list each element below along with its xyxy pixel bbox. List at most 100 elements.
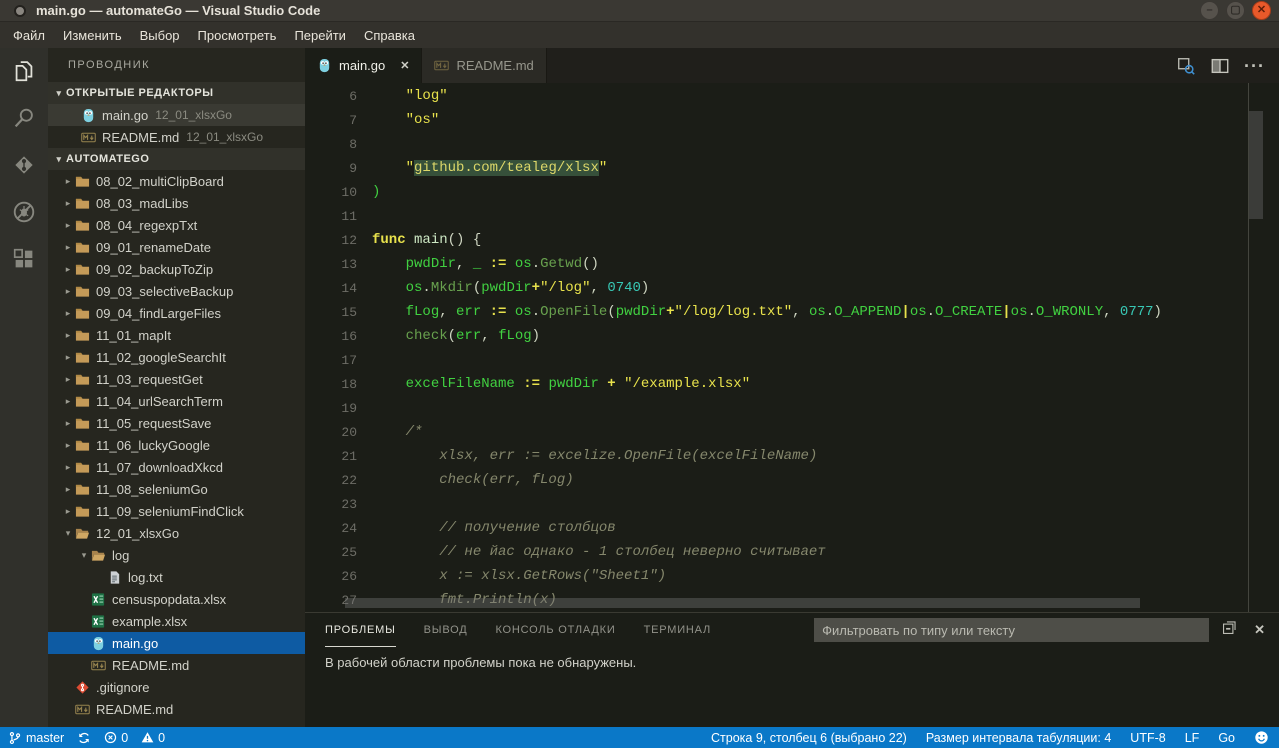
tab-README.md[interactable]: README.md xyxy=(422,48,546,83)
tree-item-example.xlsx[interactable]: example.xlsx xyxy=(48,610,305,632)
panel-tab-ПРОБЛЕМЫ[interactable]: ПРОБЛЕМЫ xyxy=(325,613,396,647)
chevron-right-icon: ▸ xyxy=(62,396,74,407)
search-icon[interactable] xyxy=(11,105,37,131)
titlebar[interactable]: main.go — automateGo — Visual Studio Cod… xyxy=(0,0,1279,22)
editor-vertical-scrollbar[interactable] xyxy=(1249,111,1263,219)
tree-item-censuspopdata.xlsx[interactable]: censuspopdata.xlsx xyxy=(48,588,305,610)
tree-item-main.go[interactable]: main.go xyxy=(48,632,305,654)
status-left: master 00 xyxy=(8,731,178,745)
tree-item-11_06_luckyGoogle[interactable]: ▸11_06_luckyGoogle xyxy=(48,434,305,456)
tree-item-09_01_renameDate[interactable]: ▸09_01_renameDate xyxy=(48,236,305,258)
tree-item-11_03_requestGet[interactable]: ▸11_03_requestGet xyxy=(48,368,305,390)
code-line-22: 22 check(err, fLog) xyxy=(305,468,1279,492)
split-editor-icon[interactable] xyxy=(1210,56,1230,76)
code-line-10: 10) xyxy=(305,180,1279,204)
line-number: 25 xyxy=(305,545,357,560)
line-number: 11 xyxy=(305,209,357,224)
folder-icon xyxy=(74,481,91,497)
close-panel-icon[interactable]: ✕ xyxy=(1254,622,1265,638)
status-item-smiley-icon[interactable] xyxy=(1254,730,1269,745)
status-item-0[interactable]: 0 xyxy=(141,731,165,745)
tree-item-11_04_urlSearchTerm[interactable]: ▸11_04_urlSearchTerm xyxy=(48,390,305,412)
status-item-Размер интервала табуляции: 4[interactable]: Размер интервала табуляции: 4 xyxy=(926,731,1111,745)
close-button[interactable]: ✕ xyxy=(1252,1,1271,20)
file-label: 11_09_seleniumFindClick xyxy=(96,504,244,519)
more-actions-icon[interactable]: ··· xyxy=(1244,61,1265,71)
project-section-header[interactable]: ▾ AUTOMATEGO xyxy=(48,148,305,170)
menu-Файл[interactable]: Файл xyxy=(4,24,54,47)
code-line-13: 13 pwdDir, _ := os.Getwd() xyxy=(305,252,1279,276)
panel-tab-ВЫВОД[interactable]: ВЫВОД xyxy=(424,613,468,647)
tree-item-11_05_requestSave[interactable]: ▸11_05_requestSave xyxy=(48,412,305,434)
status-item-LF[interactable]: LF xyxy=(1185,731,1200,745)
problems-filter-input[interactable] xyxy=(814,618,1209,642)
file-tree: ▸08_02_multiClipBoard▸08_03_madLibs▸08_0… xyxy=(48,170,305,720)
folder-icon xyxy=(74,305,91,321)
tree-item-09_04_findLargeFiles[interactable]: ▸09_04_findLargeFiles xyxy=(48,302,305,324)
code-line-24: 24 // получение столбцов xyxy=(305,516,1279,540)
status-item-master[interactable]: master xyxy=(8,731,64,745)
tree-item-08_02_multiClipBoard[interactable]: ▸08_02_multiClipBoard xyxy=(48,170,305,192)
explorer-icon[interactable] xyxy=(11,58,37,84)
tree-item-09_03_selectiveBackup[interactable]: ▸09_03_selectiveBackup xyxy=(48,280,305,302)
minimize-button[interactable]: – xyxy=(1200,1,1219,20)
close-tab-icon[interactable]: ✕ xyxy=(400,59,409,72)
open-editor-README.md[interactable]: README.md12_01_xlsxGo xyxy=(48,126,305,148)
menu-Справка[interactable]: Справка xyxy=(355,24,424,47)
menu-Перейти[interactable]: Перейти xyxy=(285,24,355,47)
tree-item-11_02_googleSearchIt[interactable]: ▸11_02_googleSearchIt xyxy=(48,346,305,368)
chevron-right-icon: ▸ xyxy=(62,352,74,363)
panel-tab-ТЕРМИНАЛ[interactable]: ТЕРМИНАЛ xyxy=(644,613,711,647)
menu-Изменить[interactable]: Изменить xyxy=(54,24,131,47)
debug-icon[interactable] xyxy=(11,199,37,225)
tree-item-08_04_regexpTxt[interactable]: ▸08_04_regexpTxt xyxy=(48,214,305,236)
editor-horizontal-scrollbar[interactable] xyxy=(345,598,1140,608)
tree-item-11_07_downloadXkcd[interactable]: ▸11_07_downloadXkcd xyxy=(48,456,305,478)
status-item-sync-icon[interactable] xyxy=(77,731,91,745)
folder-icon xyxy=(74,437,91,453)
app-icon xyxy=(14,5,26,17)
open-editors-header[interactable]: ▾ ОТКРЫТЫЕ РЕДАКТОРЫ xyxy=(48,82,305,104)
tree-item-08_03_madLibs[interactable]: ▸08_03_madLibs xyxy=(48,192,305,214)
tree-item-README.md[interactable]: README.md xyxy=(48,654,305,676)
maximize-button[interactable]: ▢ xyxy=(1226,1,1245,20)
source-control-icon[interactable] xyxy=(11,152,37,178)
folder-icon xyxy=(74,239,91,255)
menu-Просмотреть[interactable]: Просмотреть xyxy=(189,24,286,47)
tree-item-log[interactable]: ▾log xyxy=(48,544,305,566)
maximize-panel-icon[interactable] xyxy=(1221,619,1238,641)
tree-item-11_08_seleniumGo[interactable]: ▸11_08_seleniumGo xyxy=(48,478,305,500)
tree-item-11_09_seleniumFindClick[interactable]: ▸11_09_seleniumFindClick xyxy=(48,500,305,522)
go-file-icon xyxy=(317,58,332,73)
markdown-file-icon xyxy=(74,701,91,717)
sync-icon xyxy=(77,731,91,745)
open-editor-main.go[interactable]: main.go12_01_xlsxGo xyxy=(48,104,305,126)
line-number: 12 xyxy=(305,233,357,248)
file-label: README.md xyxy=(96,702,173,717)
line-content: x := xlsx.GetRows("Sheet1") xyxy=(372,568,666,584)
tree-item-11_01_mapIt[interactable]: ▸11_01_mapIt xyxy=(48,324,305,346)
status-item-Строка 9, столбец 6 (выбрано 22)[interactable]: Строка 9, столбец 6 (выбрано 22) xyxy=(711,731,907,745)
panel-tab-КОНСОЛЬ ОТЛАДКИ[interactable]: КОНСОЛЬ ОТЛАДКИ xyxy=(495,613,615,647)
status-item-UTF-8[interactable]: UTF-8 xyxy=(1130,731,1165,745)
file-label: README.md xyxy=(112,658,189,673)
status-item-0[interactable]: 0 xyxy=(104,731,128,745)
folder-icon xyxy=(74,415,91,431)
line-content: check(err, fLog) xyxy=(372,472,574,488)
tab-main.go[interactable]: main.go✕ xyxy=(305,48,422,83)
tree-item-.gitignore[interactable]: .gitignore xyxy=(48,676,305,698)
file-label: README.md xyxy=(102,130,179,145)
tree-item-README.md[interactable]: README.md xyxy=(48,698,305,720)
status-item-Go[interactable]: Go xyxy=(1218,731,1235,745)
open-preview-icon[interactable] xyxy=(1176,56,1196,76)
file-label: 11_07_downloadXkcd xyxy=(96,460,223,475)
code-editor[interactable]: 6 "log"7 "os"89 "github.com/tealeg/xlsx"… xyxy=(305,83,1279,612)
extensions-icon[interactable] xyxy=(11,246,37,272)
window-controls: –▢ ✕ xyxy=(1200,1,1271,20)
chevron-right-icon: ▸ xyxy=(62,440,74,451)
status-label: UTF-8 xyxy=(1130,731,1165,745)
tree-item-09_02_backupToZip[interactable]: ▸09_02_backupToZip xyxy=(48,258,305,280)
tree-item-12_01_xlsxGo[interactable]: ▾12_01_xlsxGo xyxy=(48,522,305,544)
menu-Выбор[interactable]: Выбор xyxy=(131,24,189,47)
tree-item-log.txt[interactable]: log.txt xyxy=(48,566,305,588)
